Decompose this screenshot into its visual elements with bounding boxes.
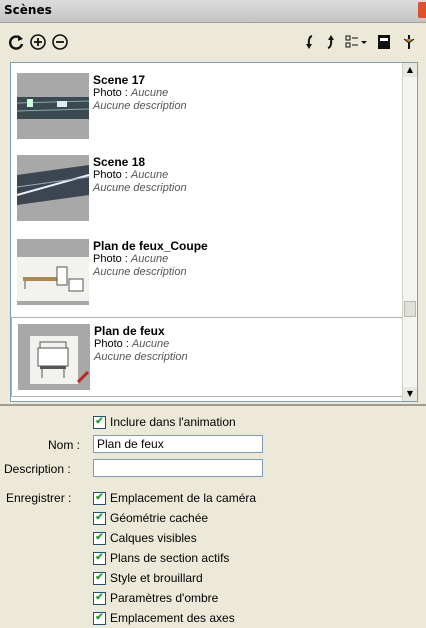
scene-name: Plan de feux_Coupe xyxy=(93,239,208,253)
name-field[interactable] xyxy=(93,435,263,453)
scene-name: Plan de feux xyxy=(94,324,165,338)
save-visible-layers-label: Calques visibles xyxy=(110,531,197,545)
save-section-planes-checkbox[interactable]: ✔ xyxy=(93,552,106,565)
scene-description: Aucune description xyxy=(93,266,187,278)
save-label: Enregistrer : xyxy=(6,491,72,505)
scene-photo: Photo : Aucune xyxy=(93,253,169,265)
include-animation-checkbox[interactable]: ✔ xyxy=(93,416,106,429)
remove-scene-icon[interactable] xyxy=(50,32,70,52)
scene-name: Scene 18 xyxy=(93,155,146,169)
save-camera-checkbox[interactable]: ✔ xyxy=(93,492,106,505)
scroll-down-icon[interactable]: ▼ xyxy=(403,387,417,401)
save-shadow-checkbox[interactable]: ✔ xyxy=(93,592,106,605)
save-camera-label: Emplacement de la caméra xyxy=(110,491,257,505)
refresh-icon[interactable] xyxy=(6,32,26,52)
panel-divider xyxy=(0,404,426,406)
scene-thumbnail xyxy=(17,239,89,305)
scene-description: Aucune description xyxy=(94,351,188,363)
name-label: Nom : xyxy=(48,438,81,452)
scene-thumbnail xyxy=(17,73,89,139)
scene-photo: Photo : Aucune xyxy=(94,338,170,350)
scene-item[interactable]: Scene 17 Photo : Aucune Aucune descripti… xyxy=(11,67,401,145)
description-field[interactable] xyxy=(93,459,263,477)
scene-photo: Photo : Aucune xyxy=(93,169,169,181)
scene-properties: ✔ Inclure dans l'animation Nom : Descrip… xyxy=(0,408,426,628)
view-options-icon[interactable] xyxy=(344,32,370,52)
description-label: Description : xyxy=(4,462,71,476)
scene-item[interactable]: Plan de feux_Coupe Photo : Aucune Aucune… xyxy=(11,233,401,311)
scene-description: Aucune description xyxy=(93,182,187,194)
move-up-icon[interactable] xyxy=(320,32,340,52)
scene-list[interactable]: Scene 17 Photo : Aucune Aucune descripti… xyxy=(10,62,418,402)
scroll-thumb[interactable] xyxy=(404,301,416,317)
add-scene-icon[interactable] xyxy=(28,32,48,52)
scene-description: Aucune description xyxy=(93,100,187,112)
details-icon[interactable] xyxy=(374,32,394,52)
expand-icon[interactable] xyxy=(400,32,418,52)
include-animation-label: Inclure dans l'animation xyxy=(110,415,236,429)
save-shadow-label: Paramètres d'ombre xyxy=(110,591,219,605)
scene-item[interactable]: Scene 18 Photo : Aucune Aucune descripti… xyxy=(11,149,401,227)
panel-title: Scènes xyxy=(4,3,52,17)
save-style-fog-label: Style et brouillard xyxy=(110,571,203,585)
panel-titlebar: Scènes xyxy=(0,0,426,23)
scene-item-selected[interactable]: Plan de feux Photo : Aucune Aucune descr… xyxy=(11,317,403,397)
scenes-toolbar xyxy=(0,23,426,61)
scene-name: Scene 17 xyxy=(93,73,146,87)
scene-thumbnail xyxy=(18,324,90,390)
scene-thumbnail xyxy=(17,155,89,221)
save-section-planes-label: Plans de section actifs xyxy=(110,551,230,565)
save-style-fog-checkbox[interactable]: ✔ xyxy=(93,572,106,585)
save-axes-label: Emplacement des axes xyxy=(110,611,235,625)
close-icon[interactable] xyxy=(418,2,426,18)
move-down-icon[interactable] xyxy=(300,32,320,52)
save-visible-layers-checkbox[interactable]: ✔ xyxy=(93,532,106,545)
save-axes-checkbox[interactable]: ✔ xyxy=(93,612,106,625)
save-hidden-geometry-label: Géométrie cachée xyxy=(110,511,209,525)
scene-photo: Photo : Aucune xyxy=(93,87,169,99)
scroll-up-icon[interactable]: ▲ xyxy=(403,63,417,77)
save-hidden-geometry-checkbox[interactable]: ✔ xyxy=(93,512,106,525)
scene-list-scrollbar[interactable]: ▲ ▼ xyxy=(402,63,417,401)
